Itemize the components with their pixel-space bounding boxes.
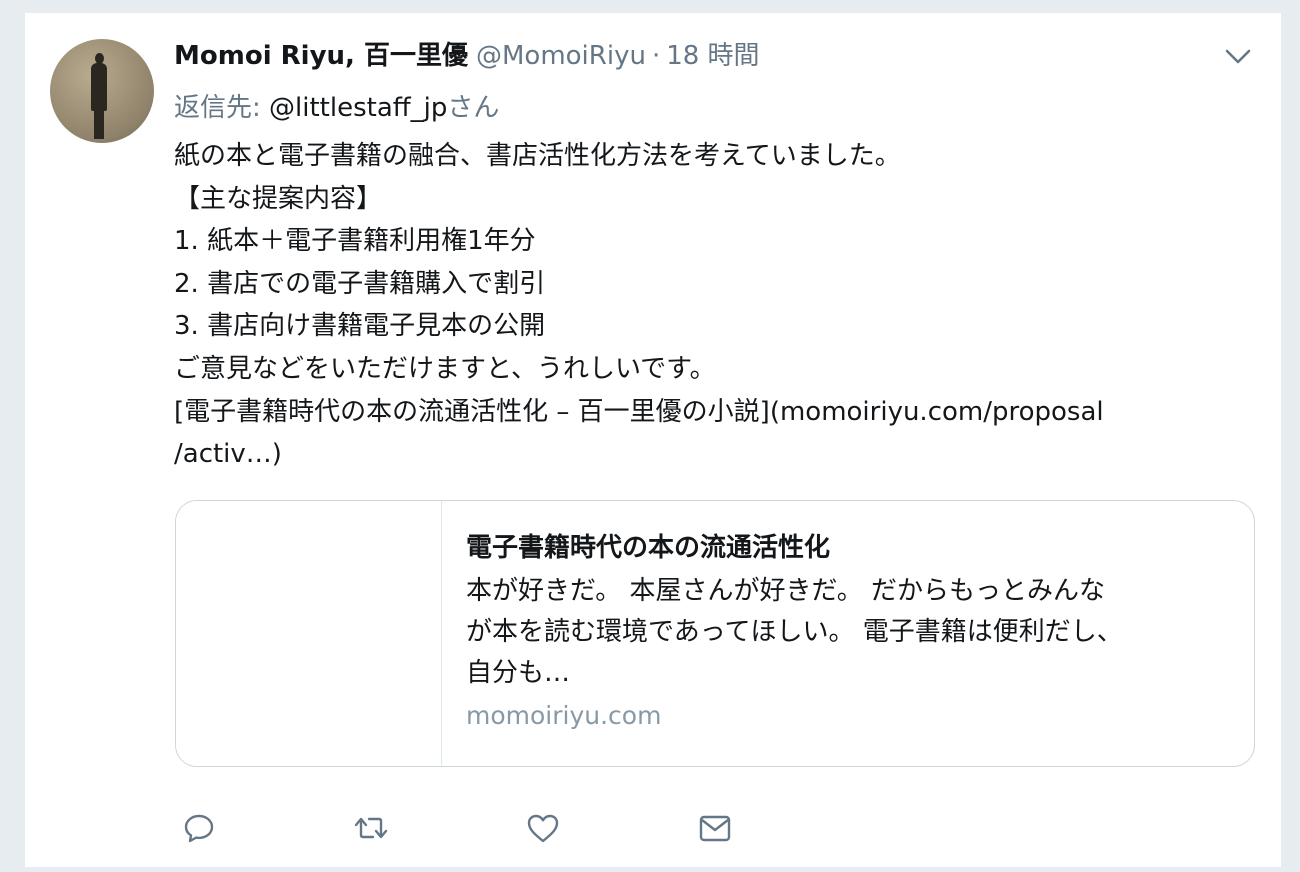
card-description-line: 本が好きだ。 本屋さんが好きだ。 だからもっとみんな	[466, 576, 1105, 606]
card-title: 電子書籍時代の本の流通活性化	[466, 533, 831, 563]
chevron-down-icon[interactable]	[1223, 45, 1253, 67]
tweet-actions	[179, 809, 779, 849]
card-description: 本が好きだ。 本屋さんが好きだ。 だからもっとみんな が本を読む環境であってほし…	[466, 571, 1226, 694]
reply-to: 返信先: @littlestaff_jpさん	[174, 87, 499, 124]
avatar-figure-legs	[94, 109, 104, 139]
tweet-text-line: 1. 紙本＋電子書籍利用権1年分	[174, 226, 536, 257]
reply-to-label: 返信先:	[174, 93, 270, 123]
direct-message-button[interactable]	[695, 809, 735, 847]
tweet[interactable]: Momoi Riyu, 百一里優 @MomoiRiyu · 18 時間 返信先:…	[25, 12, 1281, 868]
user-handle[interactable]: @MomoiRiyu	[476, 41, 646, 71]
retweet-icon	[354, 817, 388, 839]
tweet-header: Momoi Riyu, 百一里優 @MomoiRiyu · 18 時間	[174, 35, 760, 75]
tweet-text-line: 【主な提案内容】	[174, 183, 383, 214]
card-description-line: 自分も…	[466, 658, 571, 688]
card-image	[176, 501, 442, 766]
timestamp[interactable]: 18 時間	[666, 35, 759, 72]
tweet-link-text[interactable]: [電子書籍時代の本の流通活性化 – 百一里優の小説](momoiriyu.com…	[174, 391, 1204, 434]
reply-to-handle[interactable]: @littlestaff_jp	[269, 93, 447, 123]
tweet-link-text[interactable]: /activ…)	[174, 433, 1204, 476]
tweet-text-line: 2. 書店での電子書籍購入で割引	[174, 268, 546, 299]
header-separator: ·	[651, 41, 661, 71]
link-card[interactable]: 電子書籍時代の本の流通活性化 本が好きだ。 本屋さんが好きだ。 だからもっとみん…	[175, 500, 1255, 767]
display-name[interactable]: Momoi Riyu, 百一里優	[174, 35, 468, 72]
reply-icon	[184, 814, 214, 843]
tweet-text-line: 紙の本と電子書籍の融合、書店活性化方法を考えていました。	[174, 141, 901, 171]
card-description-line: が本を読む環境であってほしい。 電子書籍は便利だし、	[466, 617, 1123, 647]
tweet-text: 紙の本と電子書籍の融合、書店活性化方法を考えていました。 【主な提案内容】 1.…	[174, 135, 1204, 476]
heart-icon	[527, 814, 559, 843]
avatar-figure-body	[91, 63, 107, 111]
envelope-icon	[699, 815, 731, 842]
tweet-text-line: ご意見などをいただけますと、うれしいです。	[174, 353, 716, 384]
reply-to-suffix: さん	[447, 93, 500, 123]
avatar[interactable]	[50, 39, 154, 143]
tweet-text-line: 3. 書店向け書籍電子見本の公開	[174, 311, 546, 342]
card-domain: momoiriyu.com	[466, 701, 662, 730]
like-button[interactable]	[523, 809, 563, 847]
reply-button[interactable]	[179, 809, 219, 847]
retweet-button[interactable]	[351, 809, 391, 847]
